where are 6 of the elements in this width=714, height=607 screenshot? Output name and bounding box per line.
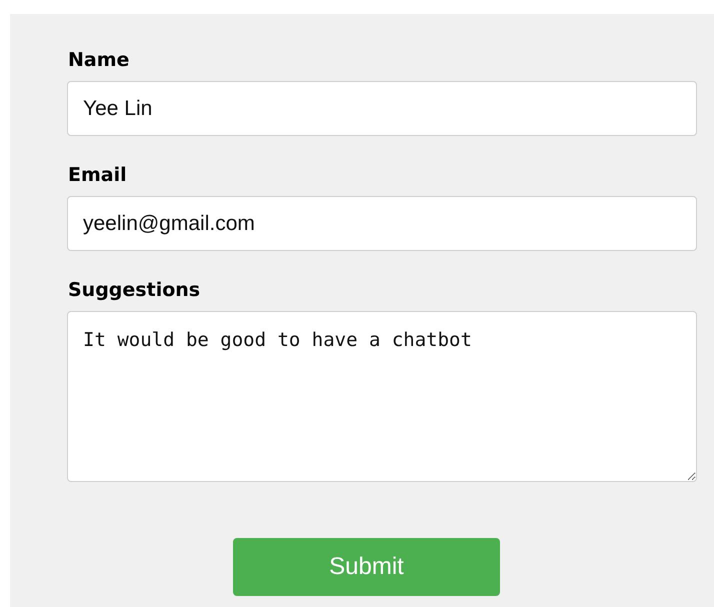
field-label: Suggestions — [68, 278, 200, 302]
field-label: Name — [68, 48, 130, 72]
input-field[interactable]: yeelin@gmail.com — [67, 196, 697, 251]
text-area[interactable]: It would be good to have a chatbot — [67, 311, 697, 482]
input-field[interactable]: Yee Lin — [67, 81, 697, 136]
field-label: Email — [68, 163, 127, 187]
